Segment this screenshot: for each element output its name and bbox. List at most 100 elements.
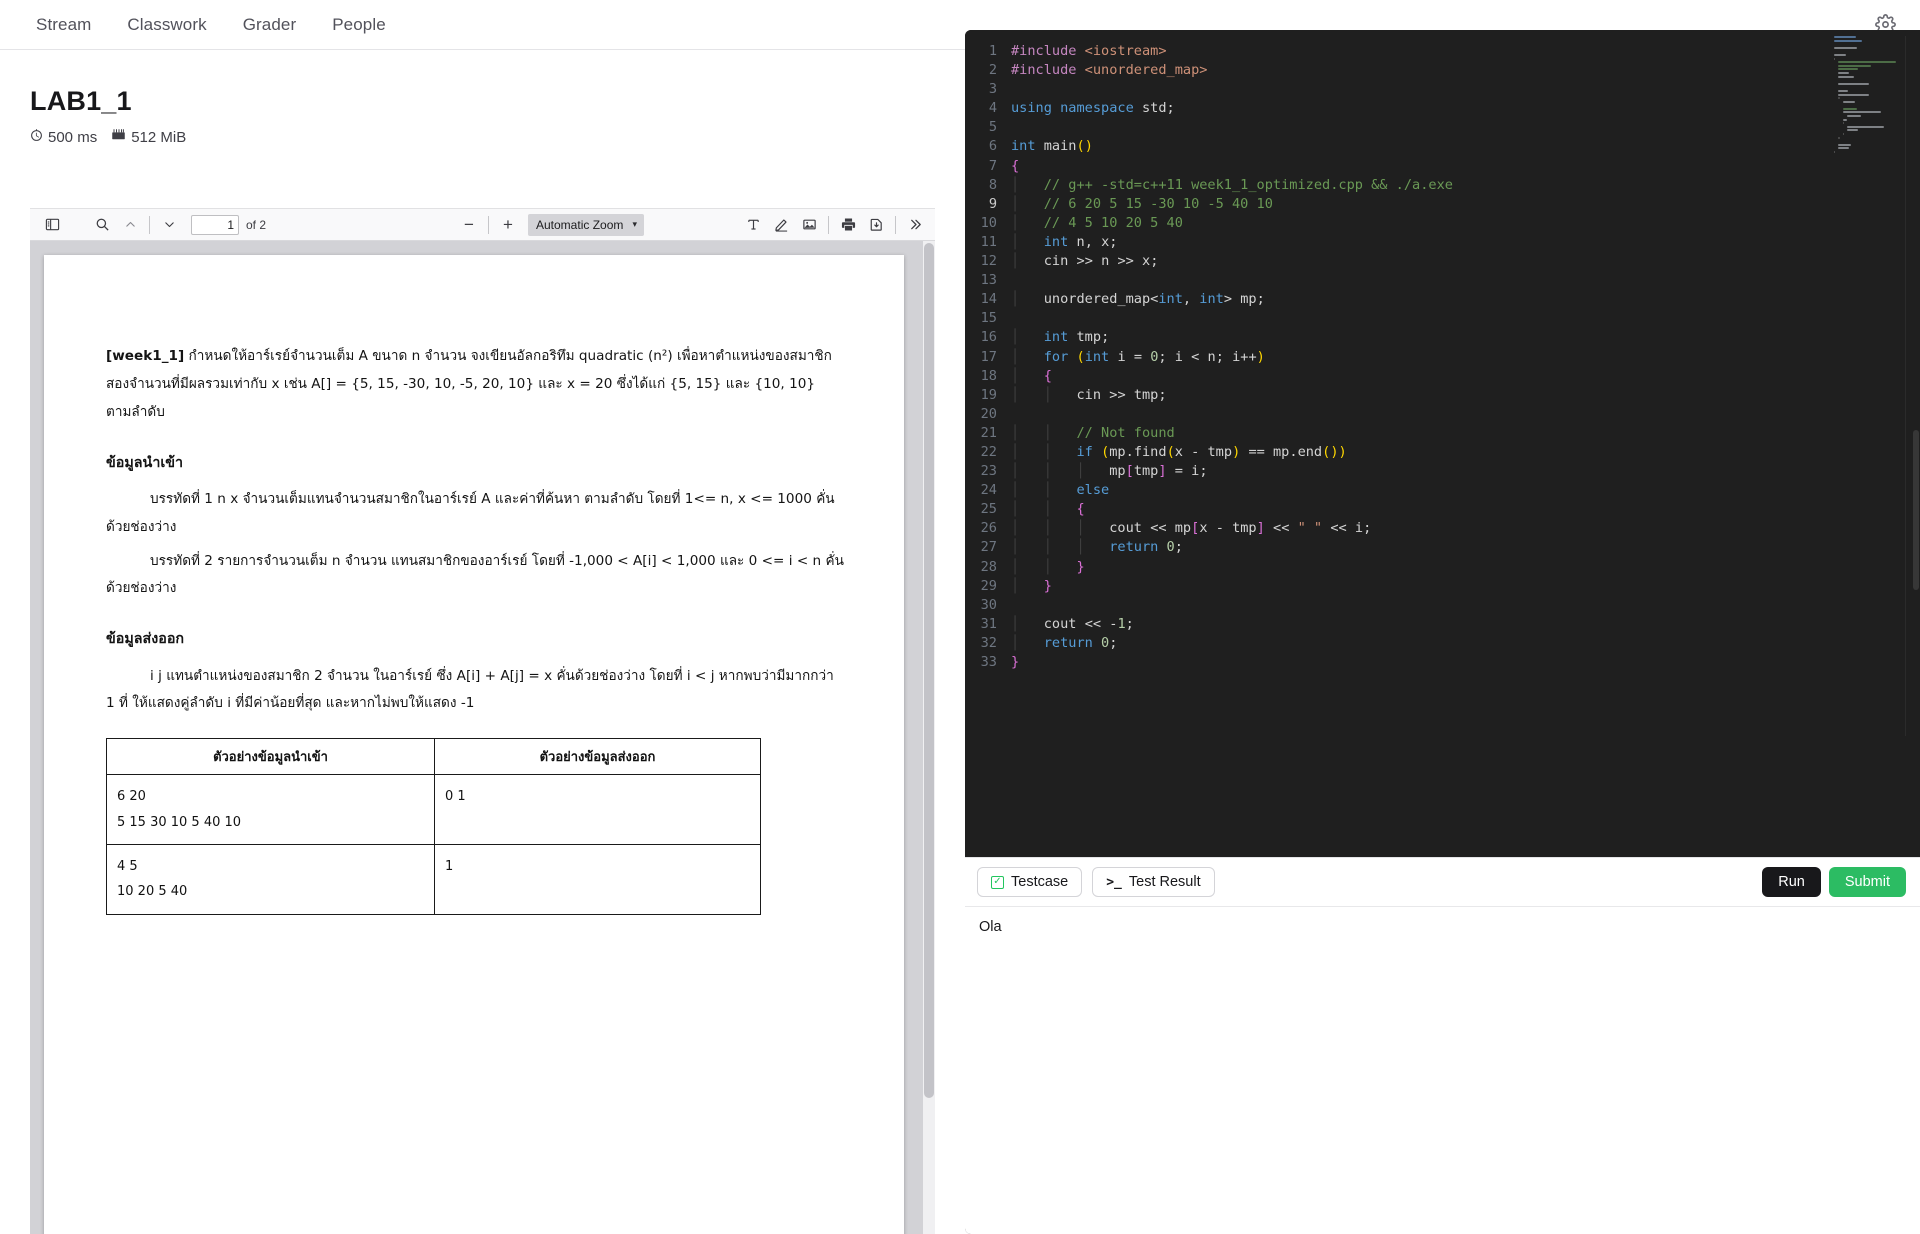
zoom-in-label: + <box>503 215 513 234</box>
code-line[interactable]: 13 <box>965 271 1830 290</box>
code-line[interactable]: 17 │ for (int i = 0; i < n; i++) <box>965 348 1830 367</box>
tab-testcase[interactable]: ✓ Testcase <box>977 867 1083 897</box>
code-line-text: │ │ │ mp[tmp] = i; <box>1011 463 1208 480</box>
image-tool-icon[interactable] <box>795 212 823 238</box>
line-number: 8 <box>988 176 997 193</box>
code-editor[interactable]: ⋮ 1#include <iostream>2#include <unorder… <box>965 30 1920 857</box>
page-number-input[interactable] <box>191 214 239 235</box>
pdf-page-1: [week1_1] กำหนดให้อาร์เรย์จำนวนเต็ม A ขน… <box>44 255 904 1234</box>
pdf-viewer: of 2 − + Automatic ZoomActual SizePage F… <box>30 208 935 1234</box>
code-line[interactable]: 21 │ │ // Not found <box>965 424 1830 443</box>
sample-input-2: 4 5 10 20 5 40 <box>106 844 435 915</box>
minimap-line <box>1847 125 1884 128</box>
clock-icon <box>30 129 43 146</box>
more-divider <box>895 215 896 234</box>
code-line[interactable]: 26 │ │ │ cout << mp[x - tmp] << " " << i; <box>965 519 1830 538</box>
code-line[interactable]: 19 │ │ cin >> tmp; <box>965 386 1830 405</box>
code-line[interactable]: 27 │ │ │ return 0; <box>965 538 1830 557</box>
sample-output-1: 0 1 <box>434 774 761 846</box>
run-button[interactable]: Run <box>1762 867 1821 897</box>
code-line[interactable]: 28 │ │ } <box>965 558 1830 577</box>
page-total-label: of 2 <box>246 217 267 232</box>
text-tool-icon[interactable] <box>739 212 767 238</box>
draw-tool-icon[interactable] <box>767 212 795 238</box>
code-line[interactable]: 25 │ │ { <box>965 500 1830 519</box>
chevron-double-right-icon[interactable] <box>901 212 929 238</box>
print-icon[interactable] <box>834 212 862 238</box>
code-line[interactable]: 3 <box>965 80 1830 99</box>
code-line[interactable]: 1 #include <iostream> <box>965 42 1830 61</box>
code-line[interactable]: 8 │ // g++ -std=c++11 week1_1_optimized.c… <box>965 176 1830 195</box>
line-number: 29 <box>980 577 997 594</box>
tab-test-result[interactable]: >_ Test Result <box>1092 867 1215 897</box>
nav-item-grader[interactable]: Grader <box>243 16 297 33</box>
line-number: 18 <box>980 367 997 384</box>
editor-scrollbar[interactable] <box>1910 30 1920 857</box>
editor-scrollbar-thumb[interactable] <box>1913 430 1919 590</box>
input-line-2: บรรทัดที่ 2 รายการจำนวนเต็ม n จำนวน แทนส… <box>106 552 844 597</box>
code-line[interactable]: 16 │ int tmp; <box>965 328 1830 347</box>
submit-button[interactable]: Submit <box>1828 867 1906 897</box>
sample-io-table: ตัวอย่างข้อมูลนำเข้า ตัวอย่างข้อมูลส่งออ… <box>106 738 761 915</box>
sidebar-toggle-icon[interactable] <box>38 212 66 238</box>
code-line[interactable]: 22 │ │ if (mp.find(x - tmp) == mp.end()) <box>965 443 1830 462</box>
console-toolbar: ✓ Testcase >_ Test Result Run Submit <box>965 858 1920 906</box>
pdf-scrollbar[interactable] <box>923 241 935 1234</box>
code-line[interactable]: 5 <box>965 118 1830 137</box>
console-output[interactable]: Ola <box>965 906 1920 1234</box>
code-line-text: │ │ else <box>1011 482 1110 499</box>
code-line[interactable]: 15 <box>965 309 1830 328</box>
chevron-up-icon[interactable] <box>116 212 144 238</box>
line-number: 24 <box>980 482 997 499</box>
line-number: 31 <box>980 615 997 632</box>
minimap-border <box>1905 36 1906 736</box>
code-lines-container[interactable]: 1 #include <iostream> 2 #include <unordered… <box>965 42 1830 857</box>
search-icon[interactable] <box>88 212 116 238</box>
nav-item-people[interactable]: People <box>332 16 386 33</box>
output-line-1: i j แทนตำแหน่งของสมาชิก 2 จำนวน ในอาร์เร… <box>106 667 834 712</box>
code-line[interactable]: 32 │ return 0; <box>965 634 1830 653</box>
nav-item-classwork[interactable]: Classwork <box>127 16 206 33</box>
code-line-text: │ // g++ -std=c++11 week1_1_optimized.cp… <box>1011 176 1453 193</box>
memory-limit: 512 MiB <box>111 129 186 146</box>
pdf-scrollbar-thumb[interactable] <box>924 243 934 1098</box>
minimap-line <box>1847 129 1858 132</box>
tab-test-result-label: Test Result <box>1128 874 1201 890</box>
zoom-out-button[interactable]: − <box>455 212 483 238</box>
pdf-canvas-area[interactable]: [week1_1] กำหนดให้อาร์เรย์จำนวนเต็ม A ขน… <box>30 241 935 1234</box>
table-header-row: ตัวอย่างข้อมูลนำเข้า ตัวอย่างข้อมูลส่งออ… <box>106 738 761 776</box>
editor-minimap[interactable] <box>1834 36 1906 736</box>
save-icon[interactable] <box>862 212 890 238</box>
code-line[interactable]: 31 │ cout << -1; <box>965 615 1830 634</box>
nav-item-stream[interactable]: Stream <box>36 16 91 33</box>
code-line[interactable]: 33} <box>965 653 1830 672</box>
code-line[interactable]: 30 <box>965 596 1830 615</box>
code-line-text: │ │ { <box>1011 501 1085 518</box>
code-line[interactable]: 29 │ } <box>965 577 1830 596</box>
zoom-in-button[interactable]: + <box>494 212 522 238</box>
code-line-text: │ { <box>1011 367 1052 384</box>
input-line-1: บรรทัดที่ 1 n x จำนวนเต็มแทนจำนวนสมาชิกใ… <box>106 490 835 535</box>
chevron-down-icon[interactable] <box>155 212 183 238</box>
tab-testcase-label: Testcase <box>1011 874 1069 890</box>
code-line[interactable]: 7{ <box>965 157 1830 176</box>
editor-pane: ⋮ 1#include <iostream>2#include <unorder… <box>965 30 1920 1234</box>
code-line[interactable]: 24 │ │ else <box>965 481 1830 500</box>
code-line-text <box>1011 309 1830 328</box>
code-line[interactable]: 4 using namespace std; <box>965 99 1830 118</box>
minimap-line <box>1842 100 1856 103</box>
line-number: 13 <box>980 272 997 289</box>
code-line[interactable]: 12 │ cin >> n >> x; <box>965 252 1830 271</box>
pdf-toolbar: of 2 − + Automatic ZoomActual SizePage F… <box>30 209 935 241</box>
zoom-level-select[interactable]: Automatic ZoomActual SizePage FitPage Wi… <box>528 213 644 236</box>
code-line[interactable]: 6 int main() <box>965 137 1830 156</box>
code-line[interactable]: 14 │ unordered_map<int, int> mp; <box>965 290 1830 309</box>
code-line[interactable]: 23 │ │ │ mp[tmp] = i; <box>965 462 1830 481</box>
code-line[interactable]: 20 <box>965 405 1830 424</box>
code-line[interactable]: 9 │ // 6 20 5 15 -30 10 -5 40 10 <box>965 195 1830 214</box>
code-line[interactable]: 18 │ { <box>965 367 1830 386</box>
code-line[interactable]: 10 │ // 4 5 10 20 5 40 <box>965 214 1830 233</box>
code-line[interactable]: 11 │ int n, x; <box>965 233 1830 252</box>
table-header-output: ตัวอย่างข้อมูลส่งออก <box>434 738 761 776</box>
code-line[interactable]: 2 #include <unordered_map> <box>965 61 1830 80</box>
